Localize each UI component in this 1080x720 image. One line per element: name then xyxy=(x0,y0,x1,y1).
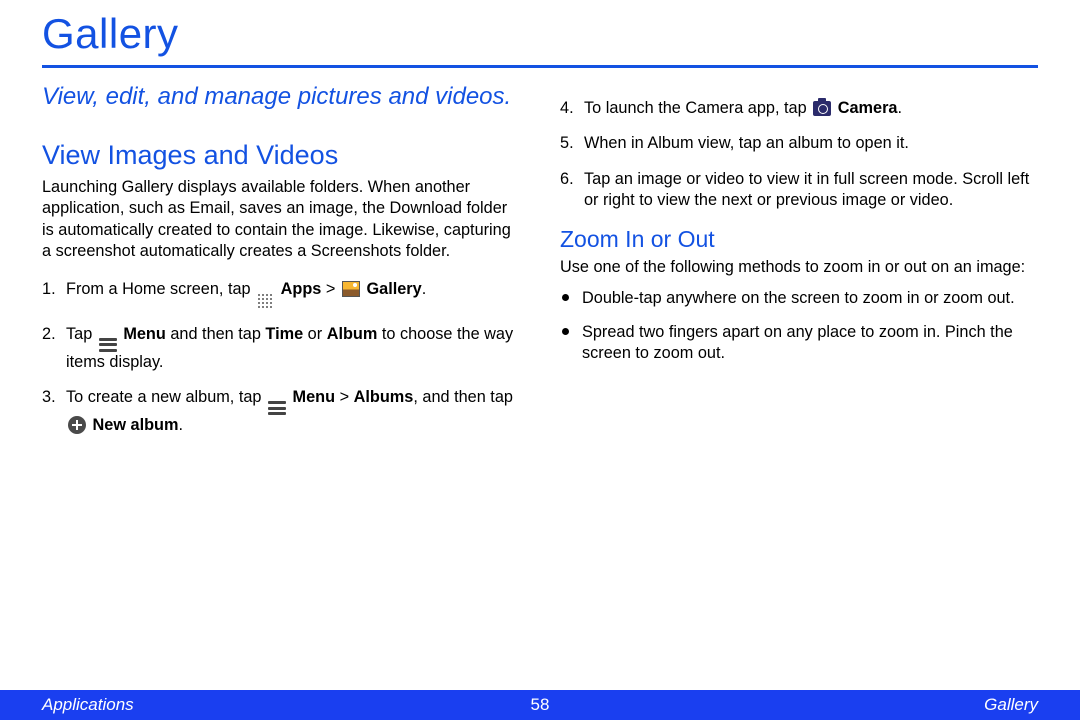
new-album-icon xyxy=(68,416,86,434)
gallery-label: Gallery xyxy=(366,280,421,298)
page-title: Gallery xyxy=(42,0,1038,63)
step-5: When in Album view, tap an album to open… xyxy=(560,133,1038,155)
gallery-icon xyxy=(342,281,360,297)
footer-topic-name: Gallery xyxy=(984,695,1038,715)
step-6: Tap an image or video to view it in full… xyxy=(560,169,1038,212)
apps-label: Apps xyxy=(281,280,322,298)
camera-icon xyxy=(813,101,831,116)
zoom-method-1: Double-tap anywhere on the screen to zoo… xyxy=(560,288,1038,310)
steps-list-left: From a Home screen, tap Apps > Gallery. … xyxy=(42,279,520,437)
page-subtitle: View, edit, and manage pictures and vide… xyxy=(42,82,520,112)
menu-icon xyxy=(268,401,286,415)
section-heading-zoom: Zoom In or Out xyxy=(560,226,1038,253)
two-column-layout: View, edit, and manage pictures and vide… xyxy=(42,82,1038,451)
manual-page: Gallery View, edit, and manage pictures … xyxy=(0,0,1080,720)
zoom-method-2: Spread two fingers apart on any place to… xyxy=(560,322,1038,365)
footer-section-name: Applications xyxy=(42,695,134,715)
step-2: Tap Menu and then tap Time or Album to c… xyxy=(42,324,520,374)
step-4: To launch the Camera app, tap Camera. xyxy=(560,98,1038,120)
page-footer: Applications 58 Gallery xyxy=(0,690,1080,720)
apps-icon xyxy=(257,293,274,310)
steps-list-right: To launch the Camera app, tap Camera. Wh… xyxy=(560,98,1038,212)
footer-page-number: 58 xyxy=(531,695,550,715)
title-rule xyxy=(42,65,1038,68)
section2-intro: Use one of the following methods to zoom… xyxy=(560,257,1038,279)
left-column: View, edit, and manage pictures and vide… xyxy=(42,82,520,451)
section1-intro: Launching Gallery displays available fol… xyxy=(42,177,520,263)
menu-icon xyxy=(99,338,117,352)
zoom-methods-list: Double-tap anywhere on the screen to zoo… xyxy=(560,288,1038,365)
section-heading-view-images: View Images and Videos xyxy=(42,140,520,171)
step-1: From a Home screen, tap Apps > Gallery. xyxy=(42,279,520,310)
step-3: To create a new album, tap Menu > Albums… xyxy=(42,387,520,437)
right-column: To launch the Camera app, tap Camera. Wh… xyxy=(560,82,1038,451)
